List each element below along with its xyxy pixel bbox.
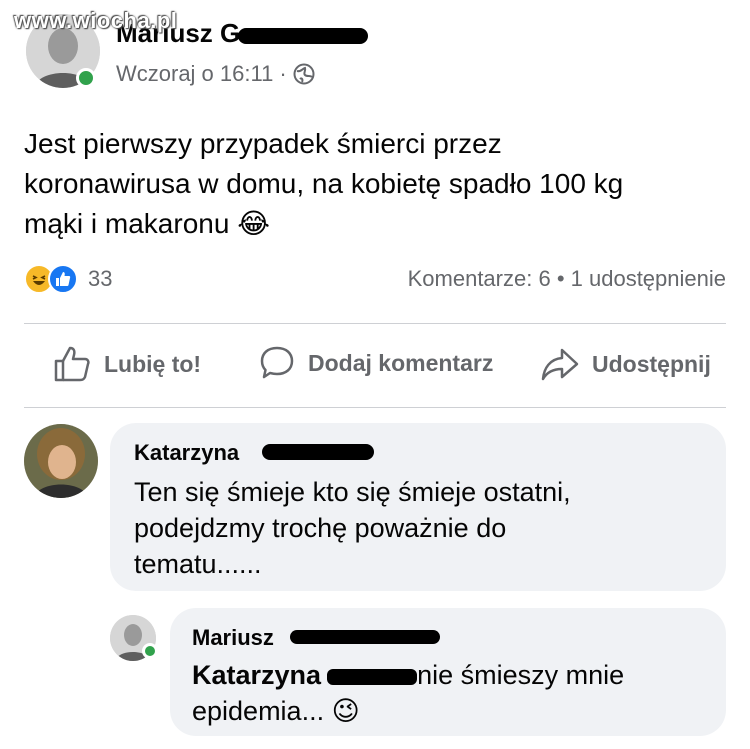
comment-button-label: Dodaj komentarz	[308, 349, 494, 376]
post-timestamp[interactable]: Wczoraj o 16:11	[116, 61, 273, 87]
comment-text-line: tematu......	[134, 549, 262, 579]
commenter-avatar[interactable]	[24, 424, 98, 498]
winking-emoji-icon: 😉	[331, 696, 360, 726]
post-meta: Wczoraj o 16:11 ·	[116, 61, 315, 87]
reaction-count: 33	[88, 266, 113, 291]
comment-author-name[interactable]: Katarzyna	[134, 440, 239, 466]
reply-text: Katarzyna nie śmieszy mnie epidemia... 😉	[192, 657, 712, 729]
online-status-dot	[142, 643, 158, 659]
redaction-bar	[262, 444, 374, 460]
thumbs-up-icon	[54, 346, 90, 382]
divider-top	[24, 323, 726, 324]
post-text-line: mąki i makaronu 😂	[24, 208, 270, 239]
share-arrow-icon	[541, 348, 579, 381]
speech-bubble-icon	[260, 346, 294, 379]
laughing-emoji-icon: 😂	[237, 208, 270, 239]
comment-text-line: podejdzmy trochę poważnie do	[134, 513, 507, 543]
comment-button[interactable]: Dodaj komentarz	[258, 344, 493, 382]
person-photo-icon	[24, 424, 98, 498]
post-stats: Komentarze: 6 • 1 udostępnienie	[408, 266, 726, 292]
reply-text-after-mention: nie śmieszy mnie	[417, 660, 625, 690]
mention-redaction	[327, 668, 418, 685]
shares-count-link[interactable]: 1 udostępnienie	[571, 266, 726, 291]
comments-count-link[interactable]: Komentarze: 6	[408, 266, 551, 291]
globe-icon	[293, 63, 315, 85]
comment-text-line: Ten się śmieje kto się śmieje ostatni,	[134, 477, 571, 507]
share-button[interactable]: Udostępnij	[540, 344, 711, 384]
post-text-line: koronawirusa w domu, na kobietę spadło 1…	[24, 168, 624, 199]
share-button-label: Udostępnij	[592, 350, 711, 377]
like-button-label: Lubię to!	[104, 350, 202, 377]
reactions-summary[interactable]: 33	[24, 264, 112, 294]
stats-separator: •	[556, 266, 565, 291]
post-body: Jest pierwszy przypadek śmierci przez ko…	[24, 124, 724, 244]
comment-text: Ten się śmieje kto się śmieje ostatni, p…	[134, 474, 714, 582]
reply-text-line: Katarzyna nie śmieszy mnie	[192, 657, 712, 693]
site-watermark: www.wiocha.pl	[14, 8, 178, 33]
online-status-dot	[76, 68, 96, 88]
redaction-bar	[290, 630, 440, 644]
redaction-bar	[238, 28, 368, 44]
reply-mention[interactable]: Katarzyna	[192, 660, 321, 690]
reply-text-line: epidemia... 😉	[192, 696, 360, 726]
like-button[interactable]: Lubię to!	[52, 344, 201, 384]
divider-bottom	[24, 407, 726, 408]
reply-author-name[interactable]: Mariusz	[192, 625, 274, 651]
post-text-line: Jest pierwszy przypadek śmierci przez	[24, 128, 502, 159]
like-reaction-icon	[48, 264, 78, 294]
meta-separator: ·	[279, 61, 287, 86]
